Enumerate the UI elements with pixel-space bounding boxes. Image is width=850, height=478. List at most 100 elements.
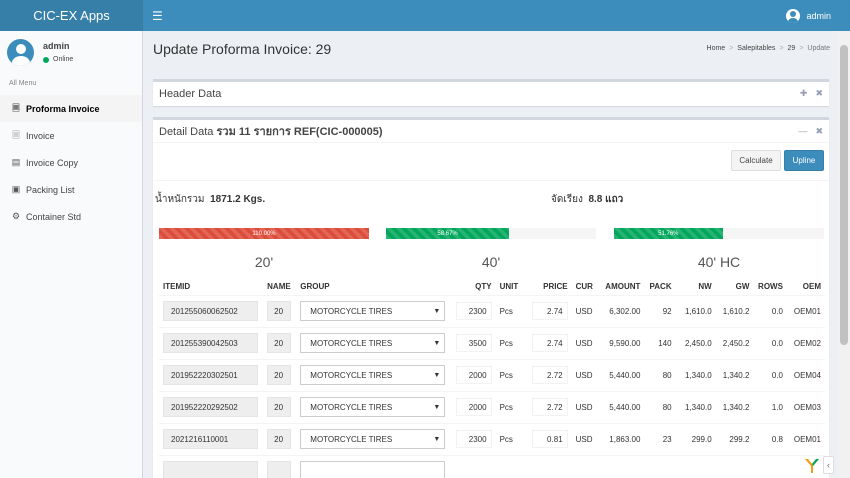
nw-cell: 1,340.0 <box>675 390 716 423</box>
caret-down-icon: ▼ <box>433 307 441 315</box>
detail-title-sum: รวม <box>216 126 236 138</box>
header-data-box: Header Data ✚ ✖ <box>153 79 829 106</box>
itemid-input[interactable] <box>163 461 258 478</box>
name-input[interactable] <box>267 461 292 478</box>
group-select[interactable]: MOTORCYCLE TIRES ▼ <box>300 301 446 321</box>
rows-cell: 0.0 <box>753 294 787 327</box>
expand-icon[interactable]: ✚ <box>800 88 808 99</box>
nw-cell: 1,610.0 <box>675 294 716 327</box>
table-row <box>159 454 825 478</box>
scrollbar-thumb[interactable] <box>840 45 848 345</box>
table-row: 201255390042503 20 MOTORCYCLE TIRES ▼ 3500 Pc… <box>159 326 825 359</box>
itemid-input[interactable]: 201255060062502 <box>163 301 258 321</box>
itemid-input[interactable]: 201952220302501 <box>163 365 258 385</box>
container-20-progress: 110.00% <box>159 228 369 239</box>
container-40-label: 40' <box>481 254 501 270</box>
amount-cell: 9,590.00 <box>599 326 645 359</box>
online-status: Online <box>43 56 73 63</box>
user-menu[interactable]: admin <box>786 0 831 31</box>
col-amount: AMOUNT <box>599 278 645 296</box>
container-40-progress: 58.67% <box>386 228 596 239</box>
qty-input[interactable]: 2000 <box>455 398 492 416</box>
col-itemid: ITEMID <box>159 278 264 296</box>
name-input[interactable]: 20 <box>267 397 292 417</box>
container-40hc-label: 40' HC <box>697 254 741 270</box>
breadcrumb-salepitables[interactable]: Salepitables <box>737 45 775 52</box>
total-weight: น้ำหนักรวม 1871.2 Kgs. <box>155 192 265 207</box>
user-menu-name: admin <box>806 10 831 21</box>
sidebar-item-invoice[interactable]: 🗏 Invoice <box>0 122 142 149</box>
rows-cell: 0.0 <box>753 358 787 391</box>
arrangement-label: จัดเรียง <box>551 194 583 205</box>
name-input[interactable]: 20 <box>267 301 292 321</box>
oem-cell: OEM02 <box>786 326 825 359</box>
qty-input[interactable]: 3500 <box>455 334 492 352</box>
page-scrollbar[interactable] <box>838 31 850 478</box>
file-icon: 🗏 <box>12 102 20 113</box>
sidebar-item-proforma-invoice[interactable]: 🗏 Proforma Invoice <box>0 95 142 122</box>
group-select[interactable]: MOTORCYCLE TIRES ▼ <box>300 429 446 449</box>
rows-cell: 0.8 <box>753 422 787 455</box>
sidebar-item-invoice-copy[interactable]: ▤ Invoice Copy <box>0 149 142 176</box>
sidebar-item-packing-list[interactable]: ▣ Packing List <box>0 176 142 203</box>
name-input[interactable]: 20 <box>267 365 292 385</box>
amount-cell: 5,440.00 <box>599 390 645 423</box>
group-select[interactable]: MOTORCYCLE TIRES ▼ <box>300 333 446 353</box>
menu-header: All Menu <box>9 80 37 87</box>
col-price: PRICE <box>527 278 572 296</box>
pack-cell: 80 <box>644 358 676 391</box>
itemid-input[interactable]: 201952220292502 <box>163 397 258 417</box>
hamburger-icon[interactable]: ☰ <box>152 9 163 23</box>
detail-title-prefix: Detail Data <box>159 126 217 138</box>
online-dot-icon <box>43 56 49 63</box>
unit-cell: Pcs <box>495 422 528 455</box>
amount-cell: 6,302.00 <box>599 294 645 327</box>
arrangement-value: 8.8 แถว <box>588 194 624 205</box>
price-input[interactable]: 2.74 <box>531 302 568 320</box>
price-input[interactable]: 2.72 <box>531 366 568 384</box>
total-weight-value: 1871.2 Kgs. <box>210 194 266 205</box>
page-title: Update Proforma Invoice: 29 <box>153 41 332 57</box>
name-input[interactable]: 20 <box>267 429 292 449</box>
price-input[interactable]: 2.74 <box>531 334 568 352</box>
amount-cell: 5,440.00 <box>599 358 645 391</box>
itemid-input[interactable]: 2021216110001 <box>163 429 258 449</box>
qty-input[interactable]: 2300 <box>455 430 492 448</box>
caret-down-icon: ▼ <box>433 339 441 347</box>
group-select[interactable]: MOTORCYCLE TIRES ▼ <box>300 397 446 417</box>
pack-cell: 140 <box>644 326 676 359</box>
sidebar-item-container-std[interactable]: ⚙ Container Std <box>0 203 142 230</box>
table-row: 201952220292502 20 MOTORCYCLE TIRES ▼ 2000 Pc… <box>159 390 825 423</box>
sidebar-item-label: Packing List <box>26 184 75 195</box>
progress-bar-fill: 51.76% <box>614 228 723 239</box>
group-select[interactable]: MOTORCYCLE TIRES ▼ <box>300 365 446 385</box>
detail-data-box-header: Detail Data รวม 11 รายการ REF(CIC-000005… <box>153 120 829 143</box>
header-data-title: Header Data <box>159 87 222 100</box>
price-input[interactable]: 0.81 <box>531 430 568 448</box>
collapse-widget-icon[interactable]: ‹ <box>823 456 834 474</box>
calculate-button[interactable]: Calculate <box>731 150 781 171</box>
breadcrumb-id[interactable]: 29 <box>788 45 796 52</box>
close-icon[interactable]: ✖ <box>815 126 823 137</box>
itemid-input[interactable]: 201255390042503 <box>163 333 258 353</box>
sidebar-item-label: Invoice Copy <box>26 157 79 168</box>
nw-cell: 2,450.0 <box>675 326 716 359</box>
app-logo[interactable]: CIC-EX Apps <box>0 0 143 31</box>
upline-button[interactable]: Upline <box>784 150 824 171</box>
qty-input[interactable]: 2300 <box>455 302 492 320</box>
close-icon[interactable]: ✖ <box>815 88 823 99</box>
copy-icon: ▤ <box>11 157 21 167</box>
name-input[interactable]: 20 <box>267 333 292 353</box>
oem-cell: OEM01 <box>786 294 825 327</box>
progress-bar-fill: 110.00% <box>159 228 369 239</box>
cur-cell: USD <box>571 326 600 359</box>
qty-input[interactable]: 2000 <box>455 366 492 384</box>
collapse-icon[interactable]: — <box>798 126 807 137</box>
group-select[interactable] <box>300 461 446 478</box>
col-rows: ROWS <box>753 278 787 296</box>
breadcrumb-home[interactable]: Home <box>707 45 726 52</box>
price-input[interactable]: 2.72 <box>531 398 568 416</box>
group-select-value: MOTORCYCLE TIRES <box>310 402 393 412</box>
group-select-value: MOTORCYCLE TIRES <box>310 306 393 316</box>
chat-widget-icon[interactable] <box>802 455 822 475</box>
